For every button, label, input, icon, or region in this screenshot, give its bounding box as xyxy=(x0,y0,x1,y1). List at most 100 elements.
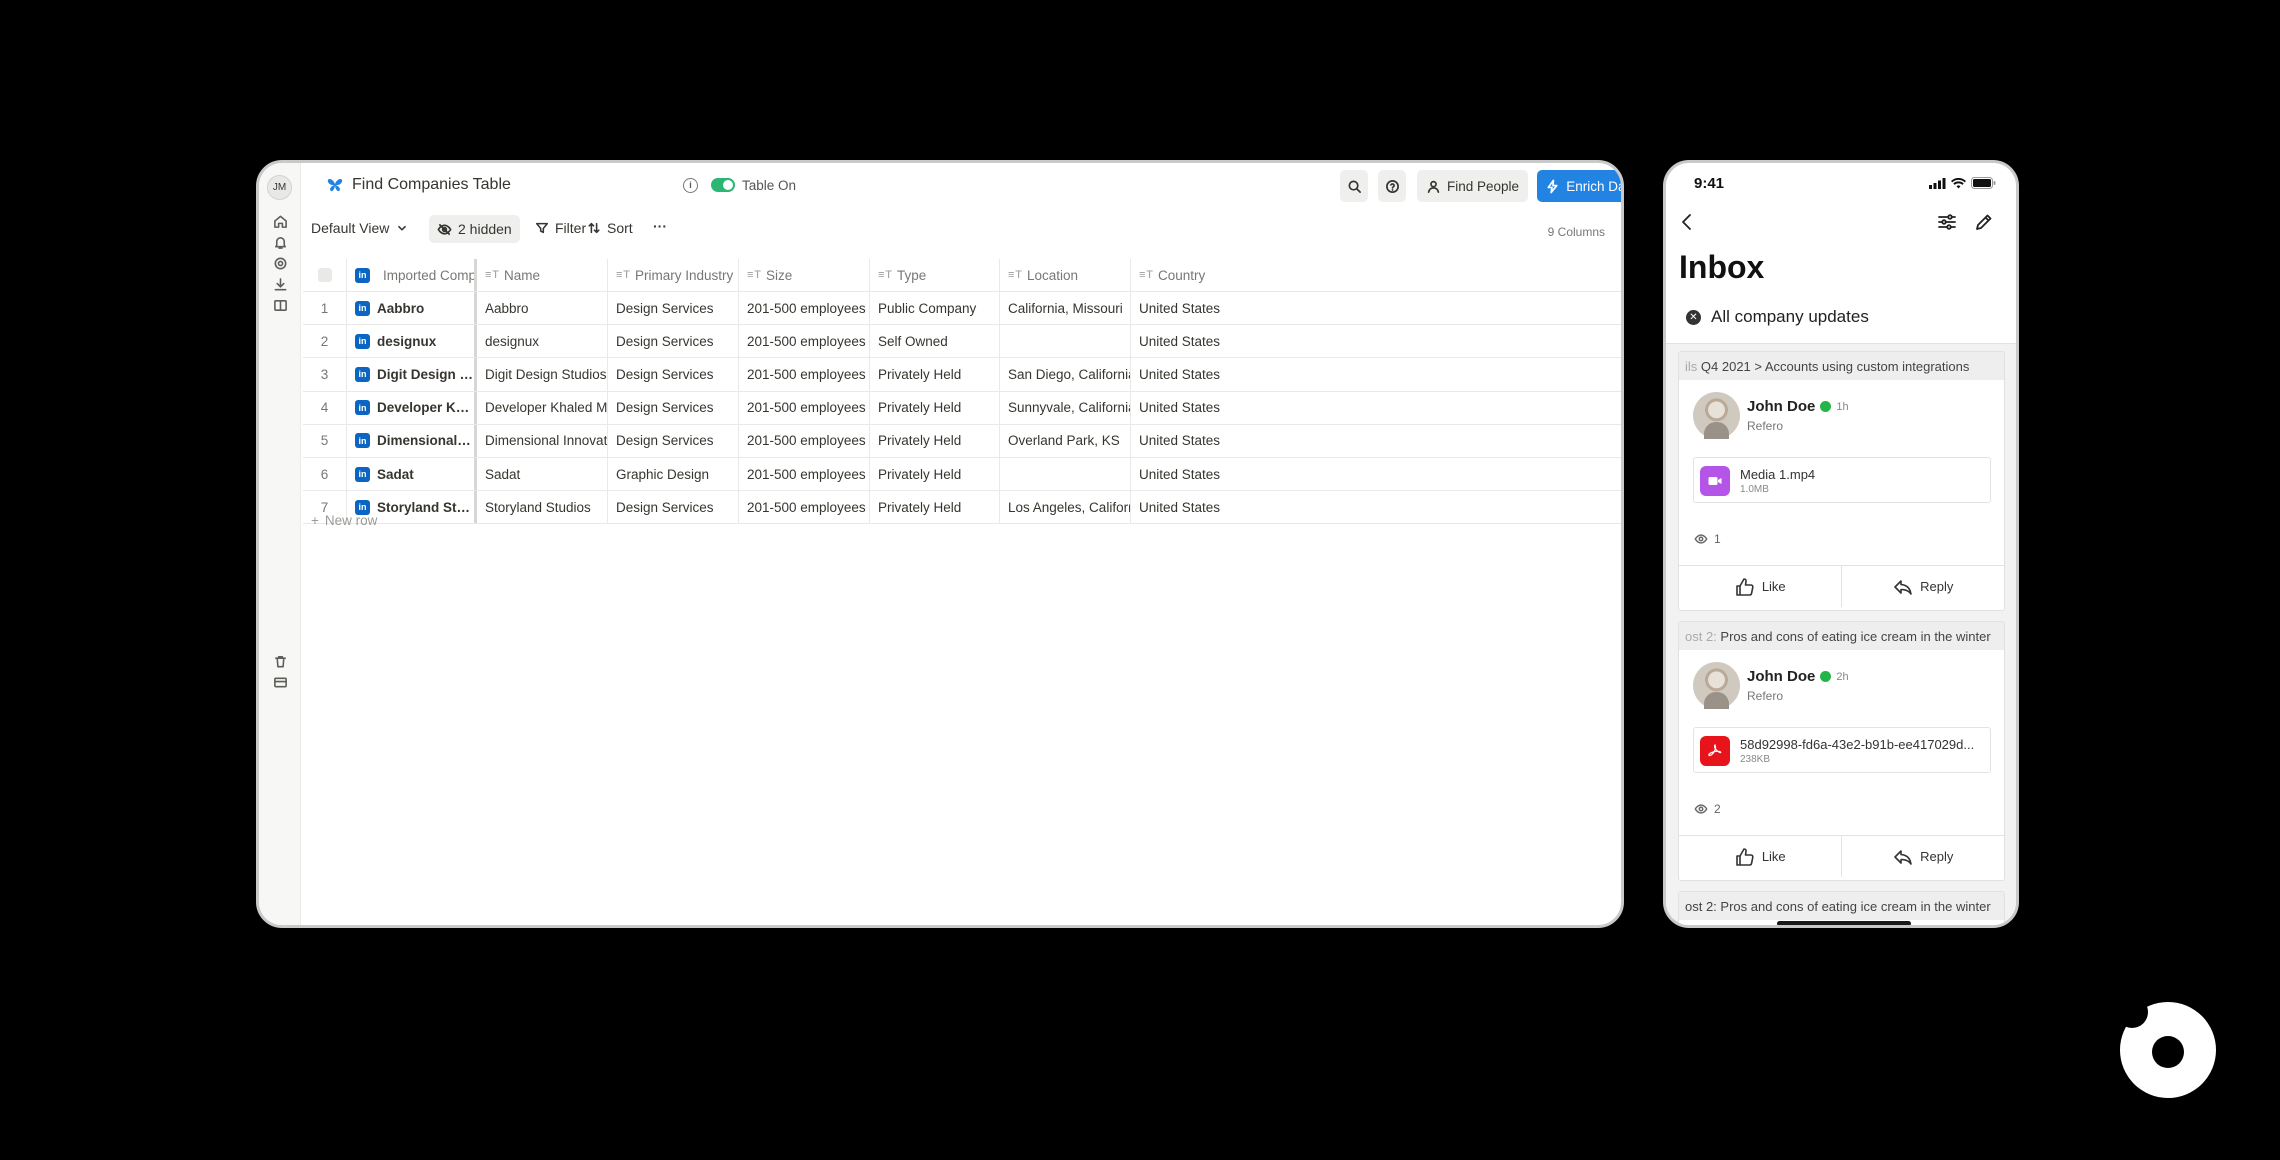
location-cell[interactable] xyxy=(1000,457,1131,491)
type-cell[interactable]: Privately Held xyxy=(870,491,1000,524)
name-cell[interactable]: designux xyxy=(477,325,608,358)
filter-button[interactable]: Filter xyxy=(535,220,586,236)
type-cell[interactable]: Public Company xyxy=(870,292,1000,325)
sort-button[interactable]: Sort xyxy=(587,220,633,236)
country-cell[interactable]: United States xyxy=(1131,292,1251,324)
size-cell[interactable]: 201-500 employees xyxy=(739,491,870,524)
new-row-button[interactable]: + New row xyxy=(311,513,377,528)
row-number-cell[interactable]: 5 xyxy=(303,424,347,457)
location-cell[interactable]: Sunnyvale, California xyxy=(1000,391,1131,424)
size-cell[interactable]: 201-500 employees xyxy=(739,358,870,391)
country-cell[interactable]: United States xyxy=(1131,325,1251,357)
name-cell[interactable]: Dimensional Innovations xyxy=(477,424,608,457)
post-card[interactable]: ost 2: Pros and cons of eating ice cream… xyxy=(1678,621,2005,881)
table-toggle[interactable] xyxy=(711,178,735,192)
linkedin-icon[interactable]: in xyxy=(355,300,370,316)
linkedin-icon[interactable]: in xyxy=(355,333,370,349)
attachment[interactable]: Media 1.mp4 1.0MB xyxy=(1693,457,1991,503)
type-cell[interactable]: Self Owned xyxy=(870,325,1000,358)
table-row[interactable]: 1 in Aabbro Aabbro Design Services 201-500 em… xyxy=(303,292,1621,326)
find-people-button[interactable]: Find People xyxy=(1417,170,1528,202)
row-number-cell[interactable]: 2 xyxy=(303,325,347,358)
view-selector[interactable]: Default View xyxy=(311,220,409,236)
like-button[interactable]: Like xyxy=(1679,566,1842,607)
industry-cell[interactable]: Design Services xyxy=(608,391,739,424)
country-cell[interactable]: United States xyxy=(1131,491,1251,523)
type-cell[interactable]: Privately Held xyxy=(870,391,1000,424)
size-cell[interactable]: 201-500 employees xyxy=(739,325,870,358)
company-cell[interactable]: in Sadat xyxy=(347,457,477,491)
country-cell[interactable]: United States xyxy=(1131,425,1251,457)
help-button[interactable] xyxy=(1378,170,1406,202)
search-button[interactable] xyxy=(1340,170,1368,202)
name-cell[interactable]: Sadat xyxy=(477,457,608,491)
hidden-fields-button[interactable]: 2 hidden xyxy=(429,215,520,243)
table-row[interactable]: 2 in designux designux Design Services 201-50… xyxy=(303,325,1621,359)
more-options-button[interactable]: ··· xyxy=(653,218,667,234)
location-cell[interactable]: California, Missouri xyxy=(1000,292,1131,325)
location-cell[interactable]: San Diego, California xyxy=(1000,358,1131,391)
card-icon[interactable] xyxy=(270,672,290,692)
row-number-cell[interactable]: 6 xyxy=(303,457,347,491)
company-cell[interactable]: in Dimensional Innovati... xyxy=(347,424,477,457)
location-cell[interactable]: Los Angeles, California xyxy=(1000,491,1131,524)
table-row[interactable]: 3 in Digit Design Studios Digit Design Stud… xyxy=(303,358,1621,392)
author-avatar[interactable] xyxy=(1693,662,1740,709)
like-button[interactable]: Like xyxy=(1679,836,1842,877)
row-number-cell[interactable]: 1 xyxy=(303,292,347,325)
size-cell[interactable]: 201-500 employees xyxy=(739,391,870,424)
row-number-cell[interactable]: 4 xyxy=(303,391,347,424)
compose-pencil-icon[interactable] xyxy=(1973,211,1995,233)
row-number-cell[interactable]: 3 xyxy=(303,358,347,391)
industry-cell[interactable]: Design Services xyxy=(608,292,739,325)
location-cell[interactable]: Overland Park, KS xyxy=(1000,424,1131,457)
author-avatar[interactable] xyxy=(1693,392,1740,439)
type-cell[interactable]: Privately Held xyxy=(870,457,1000,491)
back-chevron-icon[interactable] xyxy=(1676,211,1698,233)
linkedin-icon[interactable]: in xyxy=(355,433,370,449)
column-header-imported-companies[interactable]: in Imported Companies xyxy=(347,259,477,291)
column-header-name[interactable]: ≡ T Name xyxy=(477,259,608,291)
country-cell[interactable]: United States xyxy=(1131,458,1251,490)
reply-button[interactable]: Reply xyxy=(1842,836,2005,877)
column-header-country[interactable]: ≡ T Country xyxy=(1131,259,1251,291)
company-cell[interactable]: in Aabbro xyxy=(347,292,477,325)
industry-cell[interactable]: Design Services xyxy=(608,325,739,358)
post-breadcrumb[interactable]: ost 2: Pros and cons of eating ice cream… xyxy=(1679,892,2004,920)
enrich-data-button[interactable]: Enrich Data xyxy=(1537,170,1621,202)
industry-cell[interactable]: Graphic Design xyxy=(608,457,739,491)
column-header-location[interactable]: ≡ T Location xyxy=(1000,259,1131,291)
name-cell[interactable]: Developer Khaled Musarraf xyxy=(477,391,608,424)
linkedin-icon[interactable]: in xyxy=(355,400,370,416)
linkedin-icon[interactable]: in xyxy=(355,466,370,482)
name-cell[interactable]: Storyland Studios xyxy=(477,491,608,524)
bell-icon[interactable] xyxy=(270,232,290,252)
trash-icon[interactable] xyxy=(270,651,290,671)
name-cell[interactable]: Digit Design Studios xyxy=(477,358,608,391)
company-cell[interactable]: in Developer Khaled Mu... xyxy=(347,391,477,424)
type-cell[interactable]: Privately Held xyxy=(870,358,1000,391)
country-cell[interactable]: United States xyxy=(1131,358,1251,390)
post-author[interactable]: John Doe 1h Refero xyxy=(1693,392,1993,442)
attachment[interactable]: 58d92998-fd6a-43e2-b91b-ee417029d... 238… xyxy=(1693,727,1991,773)
post-card[interactable]: ils Q4 2021 > Accounts using custom inte… xyxy=(1678,351,2005,611)
industry-cell[interactable]: Design Services xyxy=(608,491,739,524)
select-all-cell[interactable] xyxy=(303,259,347,291)
clear-filter-icon[interactable]: ✕ xyxy=(1686,309,1701,325)
company-updates-filter[interactable]: ✕ All company updates xyxy=(1686,307,1869,327)
table-row[interactable]: 4 in Developer Khaled Mu... Developer Khale… xyxy=(303,391,1621,425)
post-author[interactable]: John Doe 2h Refero xyxy=(1693,662,1993,712)
table-row[interactable]: 6 in Sadat Sadat Graphic Design 201-500 emplo… xyxy=(303,457,1621,492)
linkedin-icon[interactable]: in xyxy=(355,366,370,382)
column-header-primary-industry[interactable]: ≡ T Primary Industry xyxy=(608,259,739,291)
industry-cell[interactable]: Design Services xyxy=(608,358,739,391)
home-icon[interactable] xyxy=(270,211,290,231)
column-header-type[interactable]: ≡ T Type xyxy=(870,259,1000,291)
size-cell[interactable]: 201-500 employees xyxy=(739,292,870,325)
industry-cell[interactable]: Design Services xyxy=(608,424,739,457)
book-icon[interactable] xyxy=(270,295,290,315)
post-breadcrumb[interactable]: ils Q4 2021 > Accounts using custom inte… xyxy=(1679,352,2004,380)
table-row[interactable]: 5 in Dimensional Innovati... Dimensional In… xyxy=(303,424,1621,458)
country-cell[interactable]: United States xyxy=(1131,392,1251,424)
table-row[interactable]: 7inStoryland StudiosStoryland StudiosDes… xyxy=(303,491,1621,525)
